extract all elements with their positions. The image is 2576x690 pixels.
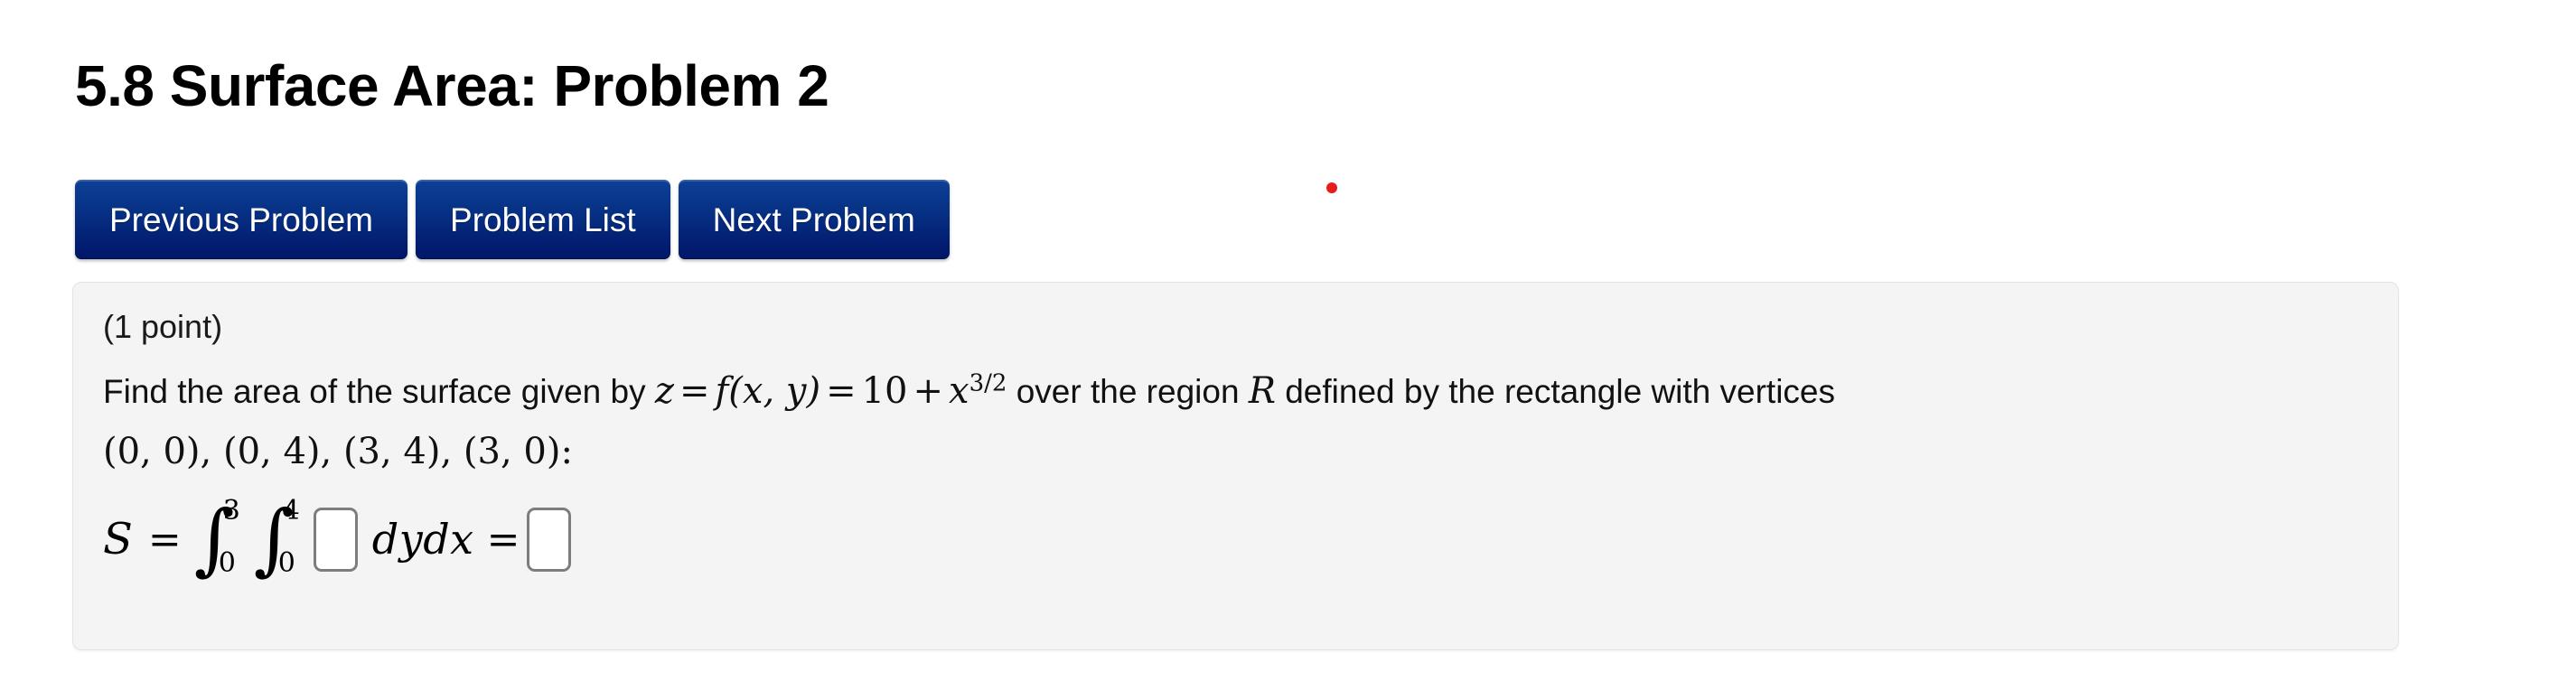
inner-integral-lower-limit: 0 bbox=[277, 547, 295, 579]
page-title: 5.8 Surface Area: Problem 2 bbox=[75, 52, 829, 118]
inner-integral-upper-limit: 4 bbox=[282, 495, 300, 527]
problem-panel: (1 point) Find the area of the surface g… bbox=[72, 282, 2399, 650]
inner-integral: ∫ 4 0 bbox=[254, 496, 310, 583]
equals-sign-1: = bbox=[679, 370, 710, 412]
next-problem-button[interactable]: Next Problem bbox=[678, 180, 950, 259]
expression-base-x: x bbox=[949, 370, 970, 412]
cursor-dot bbox=[1326, 182, 1337, 193]
problem-statement: Find the area of the surface given by z =… bbox=[103, 362, 2362, 480]
function-f-of-x-y: f(x, y) bbox=[715, 370, 821, 412]
differentials-label: dydx bbox=[371, 515, 474, 564]
previous-problem-button[interactable]: Previous Problem bbox=[75, 180, 408, 259]
problem-list-button[interactable]: Problem List bbox=[416, 180, 670, 259]
surface-area-result-input[interactable] bbox=[527, 507, 572, 572]
statement-text-intro: Find the area of the surface given by bbox=[103, 373, 655, 410]
answer-equation-row: S = ∫ 3 0 ∫ 4 0 dydx = bbox=[103, 496, 572, 583]
outer-integral-upper-limit: 3 bbox=[222, 495, 240, 527]
statement-text-after-region: defined by the rectangle with vertices bbox=[1275, 373, 1836, 410]
surface-area-symbol: S bbox=[103, 514, 133, 564]
plus-sign: + bbox=[913, 370, 944, 412]
variable-z: z bbox=[654, 370, 674, 412]
integrand-input[interactable] bbox=[313, 507, 358, 572]
outer-integral-lower-limit: 0 bbox=[218, 547, 236, 579]
page-root: 5.8 Surface Area: Problem 2 Previous Pro… bbox=[0, 0, 2576, 690]
region-symbol-r: R bbox=[1248, 370, 1276, 412]
result-equals-sign: = bbox=[486, 516, 520, 563]
equation-equals-sign: = bbox=[147, 516, 182, 563]
problem-navigation-bar: Previous Problem Problem List Next Probl… bbox=[75, 180, 950, 259]
statement-text-after-expression: over the region bbox=[1007, 373, 1249, 410]
rectangle-vertices: (0, 0), (0, 4), (3, 4), (3, 0): bbox=[103, 431, 573, 472]
points-label: (1 point) bbox=[103, 308, 223, 345]
outer-integral: ∫ 3 0 bbox=[194, 496, 250, 583]
constant-ten: 10 bbox=[861, 370, 908, 412]
equals-sign-2: = bbox=[826, 370, 857, 412]
expression-exponent: 3/2 bbox=[969, 369, 1007, 397]
